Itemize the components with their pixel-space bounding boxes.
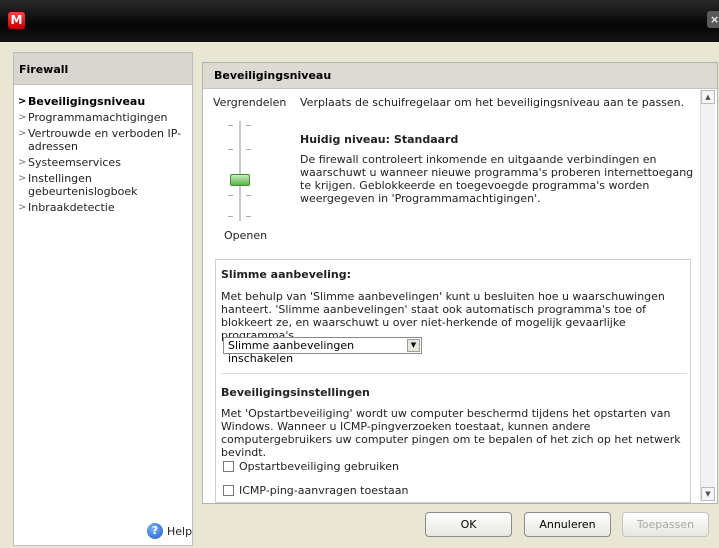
sidebar-item-gebeurtenislogboek[interactable]: > Instellingen gebeurtenislogboek — [18, 172, 192, 198]
title-bar: M × — [0, 0, 719, 42]
security-settings-title: Beveiligingsinstellingen — [221, 386, 370, 399]
startup-protection-label: Opstartbeveiliging gebruiken — [239, 460, 399, 473]
instruction-text: Verplaats de schuifregelaar om het bevei… — [300, 96, 685, 109]
security-settings-text: Met 'Opstartbeveiliging' wordt uw comput… — [221, 407, 681, 459]
sidebar-item-ip-adressen[interactable]: > Vertrouwde en verboden IP-adressen — [18, 127, 192, 153]
slider-tick — [246, 125, 251, 126]
sidebar-nav: > Beveiligingsniveau > Programmamachtiging… — [14, 85, 192, 214]
ok-button[interactable]: OK — [425, 512, 512, 537]
sidebar: Firewall > Beveiligingsniveau > Programmam… — [13, 52, 193, 546]
chevron-right-icon: > — [18, 157, 27, 168]
slider-tick — [228, 149, 233, 150]
startup-protection-checkbox[interactable] — [223, 461, 234, 472]
slider-tick — [246, 149, 251, 150]
security-slider-track[interactable] — [239, 121, 241, 221]
level-description: De firewall controleert inkomende en uit… — [300, 153, 694, 205]
sidebar-item-label: Systeemservices — [28, 156, 121, 169]
slider-tick — [246, 195, 251, 196]
section-divider — [221, 373, 687, 374]
sidebar-item-programmamachtigingen[interactable]: > Programmamachtigingen — [18, 111, 192, 124]
chevron-right-icon: > — [18, 96, 27, 107]
sidebar-item-label: Vertrouwde en verboden IP-adressen — [28, 127, 182, 153]
sidebar-item-label: Instellingen gebeurtenislogboek — [28, 172, 138, 198]
open-label: Openen — [224, 229, 268, 242]
security-slider-thumb[interactable] — [230, 174, 250, 186]
icmp-ping-checkbox[interactable] — [223, 485, 234, 496]
sidebar-title: Firewall — [14, 53, 192, 85]
slider-tick — [228, 195, 233, 196]
help-link[interactable]: ? Help — [147, 523, 192, 539]
sidebar-item-label: Inbraakdetectie — [28, 201, 115, 214]
vertical-scrollbar[interactable]: ▲ ▼ — [700, 90, 715, 501]
mcafee-logo-icon: M — [8, 12, 25, 29]
sidebar-item-label: Programmamachtigingen — [28, 111, 168, 124]
lock-label: Vergrendelen — [213, 96, 287, 109]
scroll-down-icon[interactable]: ▼ — [701, 487, 715, 501]
main-panel: Beveiligingsniveau Vergrendelen Verplaat… — [202, 62, 718, 504]
scroll-up-icon[interactable]: ▲ — [701, 90, 715, 104]
close-icon[interactable]: × — [707, 11, 719, 28]
slider-tick — [228, 216, 233, 217]
smart-recommendation-select[interactable]: Slimme aanbevelingen inschakelen ▼ — [223, 337, 422, 365]
help-icon: ? — [147, 523, 163, 539]
slider-tick — [246, 216, 251, 217]
icmp-ping-label: ICMP-ping-aanvragen toestaan — [239, 484, 409, 497]
sidebar-item-inbraakdetectie[interactable]: > Inbraakdetectie — [18, 201, 192, 214]
chevron-down-icon[interactable]: ▼ — [407, 339, 420, 352]
chevron-right-icon: > — [18, 112, 27, 123]
sidebar-item-beveiligingsniveau[interactable]: > Beveiligingsniveau — [18, 95, 192, 108]
chevron-right-icon: > — [18, 173, 27, 184]
sidebar-item-label: Beveiligingsniveau — [28, 95, 146, 108]
panel-title: Beveiligingsniveau — [203, 63, 717, 89]
chevron-right-icon: > — [18, 128, 27, 139]
chevron-right-icon: > — [18, 202, 27, 213]
select-value: Slimme aanbevelingen inschakelen — [228, 339, 355, 365]
help-label: Help — [167, 524, 193, 538]
cancel-button[interactable]: Annuleren — [524, 512, 611, 537]
sidebar-item-systeemservices[interactable]: > Systeemservices — [18, 156, 192, 169]
smart-recommendation-title: Slimme aanbeveling: — [221, 268, 351, 281]
current-level-value: Standaard — [393, 133, 459, 146]
apply-button[interactable]: Toepassen — [622, 512, 709, 537]
slider-tick — [228, 125, 233, 126]
smart-recommendation-text: Met behulp van 'Slimme aanbevelingen' ku… — [221, 290, 665, 342]
current-level-label: Huidig niveau: Standaard — [300, 133, 459, 146]
